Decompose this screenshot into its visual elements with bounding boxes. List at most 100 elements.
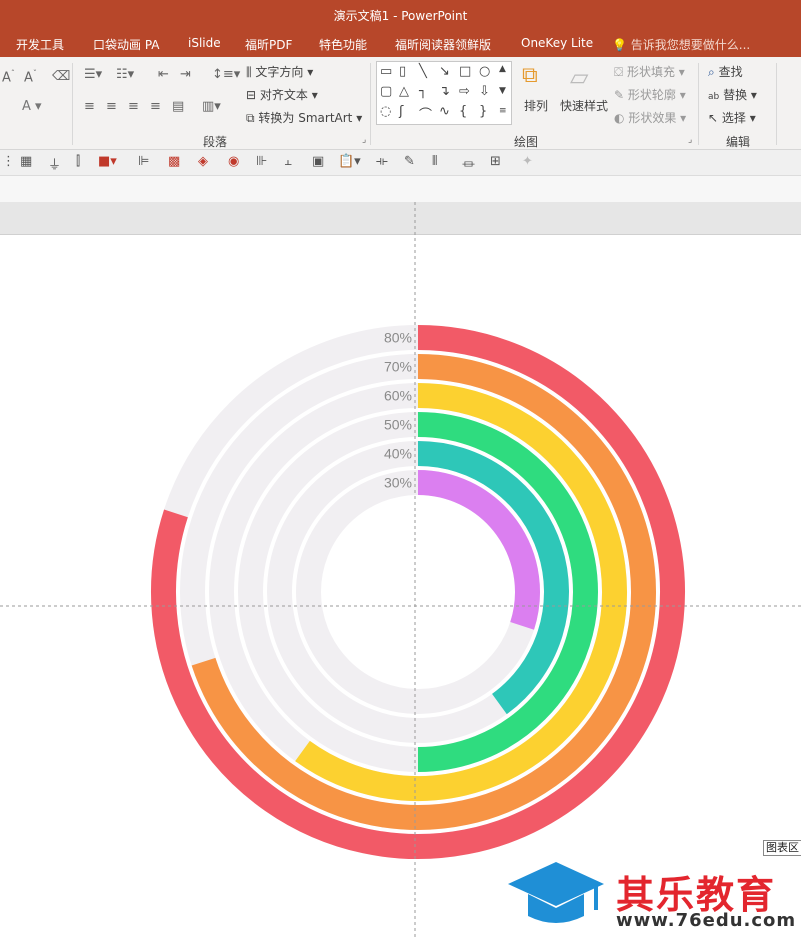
shapes-gallery[interactable]: ▭ ▯ ╲ ↘ □ ○ ▢ △ ┐ ↴ ⇨ ⇩ ◌ ʃ ⌒ ∿ { } ▲ ▼ … (376, 61, 512, 125)
arrow-shape-icon[interactable]: ↘ (439, 64, 450, 79)
shape-fill-button[interactable]: ⛋ 形状填充 ▾ (614, 63, 685, 80)
scribble-shape-icon[interactable]: ʃ (399, 104, 403, 119)
shape-effects-button[interactable]: ◐ 形状效果 ▾ (614, 109, 686, 126)
text-direction-label: 文字方向 (255, 65, 304, 79)
freeform-shape-icon[interactable]: ◌ (380, 104, 391, 119)
find-button[interactable]: ⌕ 查找 (708, 63, 743, 80)
textbox-shape-icon[interactable]: ▭ (380, 64, 392, 79)
color-fill-icon[interactable]: ■▾ (98, 154, 117, 169)
tab-special-features[interactable]: 特色功能 (319, 36, 367, 53)
tab-foxit-reader[interactable]: 福昕阅读器领鲜版 (395, 36, 491, 53)
vertical-textbox-shape-icon[interactable]: ▯ (399, 64, 406, 79)
ring-label: 40% (384, 446, 412, 462)
shape-fill-label: 形状填充 (626, 65, 675, 79)
ring-label: 50% (384, 417, 412, 433)
select-label: 选择 (721, 111, 746, 125)
elbow-arrow-icon[interactable]: ↴ (439, 84, 450, 99)
brace-right-shape-icon[interactable]: } (479, 104, 487, 119)
brace-left-shape-icon[interactable]: { (459, 104, 467, 119)
stack-icon[interactable]: ⏛ (462, 154, 475, 173)
align-text-button[interactable]: ⊟ 对齐文本 ▾ (246, 86, 318, 103)
distribute-icon[interactable]: ⫿ (76, 154, 80, 169)
editing-group-label: 编辑 (726, 135, 751, 149)
align-text-icon: ⊟ (246, 88, 257, 102)
crop-icon[interactable]: ◉ (228, 154, 239, 169)
arrange-button[interactable]: 排列 (524, 97, 548, 114)
select-button[interactable]: ↖ 选择 ▾ (708, 109, 756, 126)
distribute-h-icon[interactable]: ⟛ (376, 154, 388, 169)
distributed-icon[interactable]: ▤ (172, 99, 184, 114)
align-right-objects-icon[interactable]: ⊪ (256, 154, 267, 169)
shape-outline-button[interactable]: ✎ 形状轮廓 ▾ (614, 86, 686, 103)
tell-me-search[interactable]: 💡 告诉我您想要做什么... (612, 36, 750, 53)
columns-icon[interactable]: ▥▾ (202, 99, 221, 114)
align-left-objects-icon[interactable]: ⊫ (138, 154, 149, 169)
ribbon-tab-bar: 开发工具 口袋动画 PA iSlide 福昕PDF 特色功能 福昕阅读器领鲜版 … (0, 30, 801, 57)
ruler (0, 202, 801, 235)
curve-shape-icon[interactable]: ∿ (439, 104, 450, 119)
justify-icon[interactable]: ≡ (150, 99, 161, 114)
tab-foxit-pdf[interactable]: 福昕PDF (245, 36, 292, 53)
triangle-shape-icon[interactable]: △ (399, 84, 409, 99)
tab-developer[interactable]: 开发工具 (16, 36, 64, 53)
oval-shape-icon[interactable]: ○ (479, 64, 490, 79)
down-arrow-shape-icon[interactable]: ⇩ (479, 84, 490, 99)
elbow-connector-icon[interactable]: ┐ (419, 84, 427, 99)
scroll-up-icon[interactable]: ▲ (499, 64, 506, 74)
align-left-icon[interactable]: ≡ (84, 99, 95, 114)
search-icon: ⌕ (708, 65, 715, 79)
paste-icon[interactable]: 📋▾ (338, 154, 361, 169)
toolbar-strip (0, 176, 801, 202)
scroll-down-icon[interactable]: ▼ (499, 86, 506, 96)
grow-font-icon[interactable]: Aˆ (2, 69, 15, 85)
rectangle-shape-icon[interactable]: □ (459, 64, 471, 79)
tell-me-text: 告诉我您想要做什么... (630, 38, 751, 52)
matrix-icon[interactable]: ▩ (168, 154, 180, 169)
spacing-icon[interactable]: ⫴ (432, 154, 437, 169)
right-arrow-shape-icon[interactable]: ⇨ (459, 84, 470, 99)
watermark-url: www.76edu.com (616, 910, 797, 931)
shape-outline-label: 形状轮廓 (627, 88, 676, 102)
rounded-rect-shape-icon[interactable]: ▢ (380, 84, 392, 99)
ribbon: Aˆ Aˇ ⌫ A ▾ ☰▾ ☷▾ ⇤ ⇥ ↕≡▾ ≡ ≡ ≡ ≡ ▤ ▥▾ ⫼… (0, 57, 801, 150)
frame-icon[interactable]: ⊞ (490, 154, 501, 169)
grid-icon[interactable]: ▦ (20, 154, 32, 169)
quick-styles-button[interactable]: 快速样式 (560, 97, 608, 114)
dialog-launcher-icon[interactable]: ⌟ (688, 135, 692, 145)
radial-bar-chart[interactable]: 80% 70% 60% 50% 40% 30% (0, 235, 801, 938)
tab-islide[interactable]: iSlide (188, 36, 221, 50)
more-icon[interactable]: ✦ (522, 154, 533, 169)
align-right-icon[interactable]: ≡ (128, 99, 139, 114)
textbox-tool-icon[interactable]: ▣ (312, 154, 324, 169)
pin-icon[interactable]: ✎ (404, 154, 415, 169)
rotate-icon[interactable]: ◈ (198, 154, 208, 169)
gallery-more-icon[interactable]: ≡ (499, 106, 507, 116)
window-title: 演示文稿1 - PowerPoint (0, 0, 801, 30)
decrease-indent-icon[interactable]: ⇤ (158, 67, 169, 82)
arc-shape-icon[interactable]: ⌒ (419, 104, 432, 123)
align-center-vertical-icon[interactable]: ⏚ (48, 154, 61, 173)
line-spacing-icon[interactable]: ↕≡▾ (212, 67, 240, 82)
replace-button[interactable]: ab 替换 ▾ (708, 86, 757, 103)
toolbar-grip-icon: ⋮ (2, 154, 15, 169)
cursor-icon: ↖ (708, 111, 719, 125)
align-text-label: 对齐文本 (259, 88, 308, 102)
numbering-icon[interactable]: ☷▾ (116, 67, 134, 82)
tab-pocket-animation[interactable]: 口袋动画 PA (93, 36, 160, 53)
line-shape-icon[interactable]: ╲ (419, 64, 427, 79)
shrink-font-icon[interactable]: Aˇ (24, 69, 37, 85)
convert-smartart-button[interactable]: ⧉ 转换为 SmartArt ▾ (246, 109, 362, 126)
bullets-icon[interactable]: ☰▾ (84, 67, 102, 82)
tab-onekey-lite[interactable]: OneKey Lite (521, 36, 593, 50)
group-separator (776, 63, 777, 145)
increase-indent-icon[interactable]: ⇥ (180, 67, 191, 82)
clear-format-icon[interactable]: ⌫ (52, 69, 70, 84)
dialog-launcher-icon[interactable]: ⌟ (362, 135, 366, 145)
replace-label: 替换 (723, 88, 748, 102)
align-bottom-icon[interactable]: ⫠ (284, 154, 292, 169)
quick-styles-icon: ▱ (570, 63, 589, 91)
align-center-icon[interactable]: ≡ (106, 99, 117, 114)
font-color-icon[interactable]: A ▾ (22, 99, 42, 114)
slide-canvas[interactable]: 80% 70% 60% 50% 40% 30% (0, 235, 801, 938)
text-direction-button[interactable]: ⫼ 文字方向 ▾ (246, 63, 313, 80)
